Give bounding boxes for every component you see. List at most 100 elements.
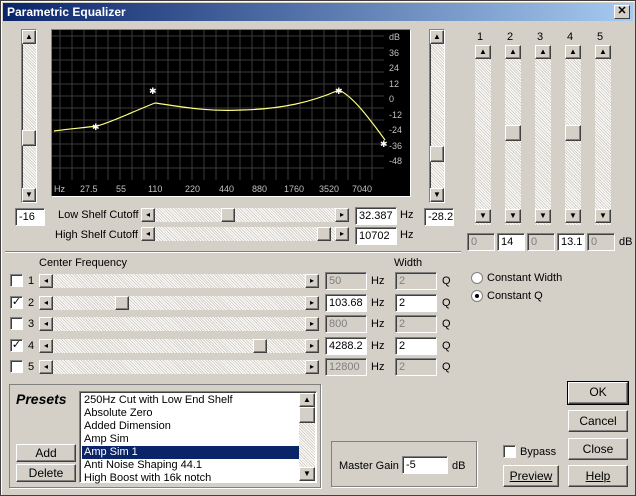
center-frequency-slider-3[interactable]: ◂ ▸	[39, 317, 319, 331]
low-shelf-field[interactable]: 32.387	[355, 207, 397, 225]
slider-left-arrow-icon[interactable]: ◂	[141, 208, 155, 222]
right-gain-field[interactable]: -28.2	[424, 208, 454, 226]
preset-item[interactable]: Amp Sim	[82, 433, 300, 446]
slider-left-arrow-icon[interactable]: ◂	[39, 274, 53, 288]
band-enable-checkbox-1[interactable]	[10, 274, 23, 287]
width-field-2[interactable]: 2	[395, 293, 437, 312]
bypass-checkbox[interactable]	[503, 445, 516, 458]
center-frequency-slider-2[interactable]: ◂ ▸	[39, 295, 319, 310]
close-window-button[interactable]: ✕	[614, 5, 630, 19]
add-preset-button[interactable]: Add	[16, 444, 76, 462]
slider-up-arrow-icon[interactable]: ▲	[430, 30, 444, 44]
band-gain-field-1[interactable]: 0	[467, 233, 495, 251]
constant-width-radio[interactable]	[471, 272, 483, 284]
slider-left-arrow-icon[interactable]: ◂	[39, 317, 53, 331]
scroll-up-arrow-icon[interactable]: ▲	[299, 393, 315, 407]
slider-right-arrow-icon[interactable]: ▸	[335, 227, 349, 241]
slider-thumb[interactable]	[565, 125, 581, 141]
slider-right-arrow-icon[interactable]: ▸	[305, 338, 319, 353]
center-frequency-slider-4[interactable]: ◂ ▸	[39, 338, 319, 353]
center-frequency-field-1[interactable]: 50	[325, 272, 367, 290]
slider-down-arrow-icon[interactable]: ▼	[535, 209, 551, 223]
slider-down-arrow-icon[interactable]: ▼	[595, 209, 611, 223]
center-frequency-field-5[interactable]: 12800	[325, 358, 367, 376]
band-gain-slider-2[interactable]: ▲ ▼	[505, 45, 521, 225]
left-gain-field[interactable]: -16	[15, 208, 45, 226]
band-marker-icon[interactable]: ✱	[335, 86, 343, 96]
slider-up-arrow-icon[interactable]: ▲	[595, 45, 611, 59]
close-button[interactable]: Close	[568, 438, 628, 460]
preset-item[interactable]: High Boost with 16k notch	[82, 472, 300, 485]
preset-item[interactable]: Anti Noise Shaping 44.1	[82, 459, 300, 472]
preset-item[interactable]: 250Hz Cut with Low End Shelf	[82, 394, 300, 407]
slider-up-arrow-icon[interactable]: ▲	[475, 45, 491, 59]
slider-thumb[interactable]	[22, 130, 36, 146]
band-gain-slider-4[interactable]: ▲ ▼	[565, 45, 581, 225]
high-shelf-field[interactable]: 10702	[355, 227, 397, 245]
slider-right-arrow-icon[interactable]: ▸	[305, 274, 319, 288]
slider-up-arrow-icon[interactable]: ▲	[505, 45, 521, 59]
slider-right-arrow-icon[interactable]: ▸	[335, 208, 349, 222]
slider-left-arrow-icon[interactable]: ◂	[39, 338, 53, 353]
low-shelf-slider[interactable]: ◂ ▸	[141, 208, 349, 222]
preview-button[interactable]: Preview	[503, 465, 559, 487]
center-frequency-slider-5[interactable]: ◂ ▸	[39, 360, 319, 374]
scroll-thumb[interactable]	[299, 407, 315, 423]
slider-left-arrow-icon[interactable]: ◂	[39, 360, 53, 374]
help-button[interactable]: Help	[568, 465, 628, 487]
center-frequency-slider-1[interactable]: ◂ ▸	[39, 274, 319, 288]
slider-left-arrow-icon[interactable]: ◂	[141, 227, 155, 241]
band-marker-icon[interactable]: ✱	[149, 86, 157, 96]
preset-list[interactable]: 250Hz Cut with Low End Shelf Absolute Zer…	[79, 391, 317, 485]
high-shelf-slider[interactable]: ◂ ▸	[141, 227, 349, 241]
width-field-3[interactable]: 2	[395, 315, 437, 333]
band-enable-checkbox-5[interactable]	[10, 360, 23, 373]
band-gain-field-2[interactable]: 14	[497, 233, 525, 251]
width-field-1[interactable]: 2	[395, 272, 437, 290]
slider-left-arrow-icon[interactable]: ◂	[39, 295, 53, 310]
preset-item[interactable]: Amp Sim 1	[82, 446, 300, 459]
slider-thumb[interactable]	[430, 146, 444, 162]
slider-thumb[interactable]	[221, 208, 235, 222]
slider-right-arrow-icon[interactable]: ▸	[305, 317, 319, 331]
slider-thumb[interactable]	[253, 338, 267, 353]
band-marker-icon[interactable]: ✱	[380, 139, 388, 149]
slider-down-arrow-icon[interactable]: ▼	[565, 209, 581, 223]
slider-up-arrow-icon[interactable]: ▲	[535, 45, 551, 59]
slider-thumb[interactable]	[115, 295, 129, 310]
slider-up-arrow-icon[interactable]: ▲	[22, 30, 36, 44]
band-gain-slider-1[interactable]: ▲ ▼	[475, 45, 491, 225]
band-gain-slider-3[interactable]: ▲ ▼	[535, 45, 551, 225]
center-frequency-field-4[interactable]: 4288.2	[325, 336, 367, 355]
band-gain-field-5[interactable]: 0	[587, 233, 615, 251]
band-enable-checkbox-4[interactable]: ✓	[10, 338, 23, 352]
band-gain-slider-5[interactable]: ▲ ▼	[595, 45, 611, 225]
band-gain-field-4[interactable]: 13.1	[557, 233, 585, 251]
left-gain-slider[interactable]: ▲ ▼	[21, 29, 37, 203]
eq-graph[interactable]: ✱ ✱ ✱ ✱ dB 36 24 12 0 -12 -24 -36 -48 Hz 27.5 55 11…	[51, 29, 411, 197]
preset-item[interactable]: Absolute Zero	[82, 407, 300, 420]
delete-preset-button[interactable]: Delete	[16, 464, 76, 482]
slider-right-arrow-icon[interactable]: ▸	[305, 295, 319, 310]
band-enable-checkbox-3[interactable]	[10, 317, 23, 330]
slider-down-arrow-icon[interactable]: ▼	[475, 209, 491, 223]
slider-thumb[interactable]	[317, 227, 331, 241]
slider-down-arrow-icon[interactable]: ▼	[430, 188, 444, 202]
ok-button[interactable]: OK	[567, 381, 629, 405]
band-enable-checkbox-2[interactable]: ✓	[10, 295, 23, 309]
width-field-4[interactable]: 2	[395, 336, 437, 355]
preset-list-scrollbar[interactable]: ▲ ▼	[299, 393, 315, 481]
width-field-5[interactable]: 2	[395, 358, 437, 376]
constant-q-radio[interactable]	[471, 290, 483, 302]
center-frequency-field-2[interactable]: 103.68	[325, 293, 367, 312]
scroll-down-arrow-icon[interactable]: ▼	[299, 467, 315, 481]
cancel-button[interactable]: Cancel	[568, 410, 628, 432]
slider-right-arrow-icon[interactable]: ▸	[305, 360, 319, 374]
preset-item[interactable]: Added Dimension	[82, 420, 300, 433]
slider-down-arrow-icon[interactable]: ▼	[505, 209, 521, 223]
center-frequency-field-3[interactable]: 800	[325, 315, 367, 333]
slider-down-arrow-icon[interactable]: ▼	[22, 188, 36, 202]
master-gain-field[interactable]: -5	[402, 456, 448, 474]
slider-up-arrow-icon[interactable]: ▲	[565, 45, 581, 59]
band-marker-icon[interactable]: ✱	[92, 122, 100, 132]
